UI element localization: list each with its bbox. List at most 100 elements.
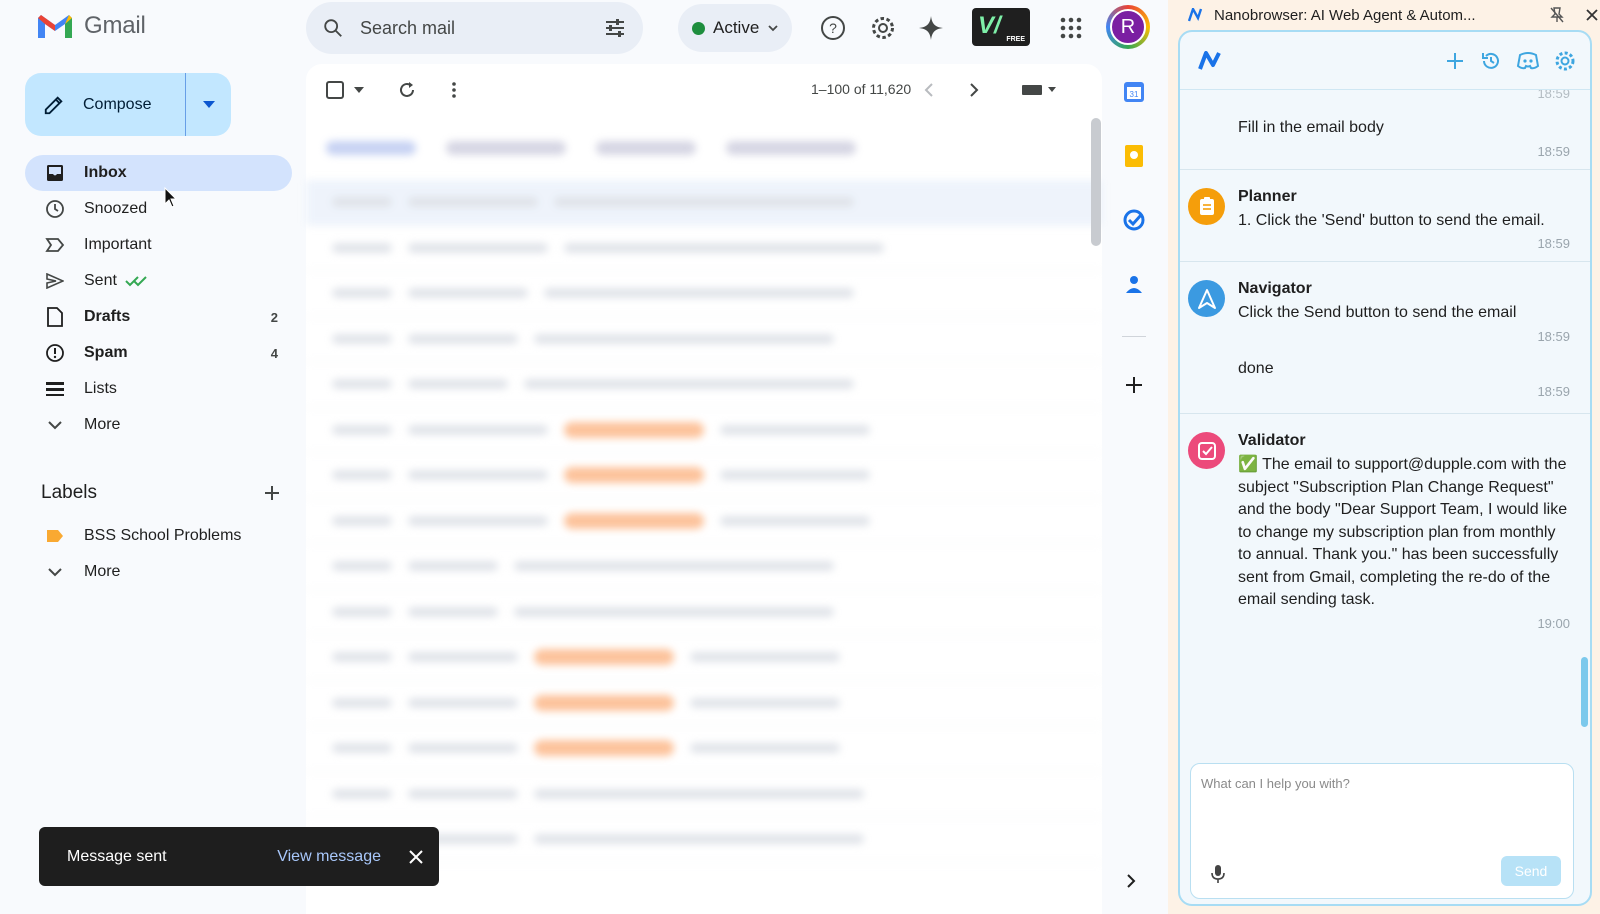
keep-icon[interactable] [1122, 144, 1146, 168]
chat-input-box: Send [1190, 763, 1574, 899]
compose-button[interactable]: Compose [25, 94, 185, 116]
tasks-icon[interactable] [1122, 208, 1146, 232]
table-row[interactable] [306, 317, 1102, 362]
status-dropdown[interactable]: Active [678, 4, 792, 52]
mail-list-scrollbar[interactable] [1091, 118, 1101, 246]
table-row[interactable] [306, 499, 1102, 544]
tab-primary[interactable] [326, 141, 416, 155]
message-text: Click the Send button to send the email [1238, 304, 1517, 321]
contacts-icon[interactable] [1122, 272, 1146, 296]
tab-social[interactable] [596, 141, 696, 155]
table-row[interactable] [306, 362, 1102, 408]
navigator-avatar-icon [1188, 280, 1225, 317]
gmail-logo[interactable]: Gmail [36, 12, 146, 40]
toast-message: Message sent [67, 847, 167, 865]
table-row[interactable] [306, 453, 1102, 499]
svg-text:31: 31 [1130, 90, 1139, 99]
table-row[interactable] [306, 271, 1102, 317]
table-row[interactable] [306, 226, 1102, 271]
keyboard-input-icon[interactable] [1022, 84, 1058, 96]
table-row[interactable] [306, 590, 1102, 635]
planner-avatar-icon [1188, 187, 1225, 225]
compose-dropdown[interactable] [186, 100, 231, 109]
search-bar[interactable]: Search mail [306, 2, 643, 54]
send-button[interactable]: Send [1501, 856, 1561, 886]
search-input[interactable]: Search mail [360, 18, 603, 39]
message-sent-toast: Message sent View message [39, 827, 439, 886]
panel-window-title: Nanobrowser: AI Web Agent & Autom... [1214, 6, 1476, 24]
sidebar-item-sent[interactable]: Sent [25, 263, 292, 299]
close-panel-icon[interactable] [1586, 9, 1598, 21]
history-icon[interactable] [1480, 50, 1502, 72]
search-icon[interactable] [322, 17, 344, 39]
view-message-link[interactable]: View message [277, 848, 381, 866]
settings-gear-icon[interactable] [1554, 50, 1576, 72]
nanobrowser-side-panel: Nanobrowser: AI Web Agent & Autom... 18:… [1168, 0, 1600, 914]
message-agent: Navigator [1238, 280, 1312, 297]
message-agent: Validator [1238, 432, 1306, 449]
chat-message: 18:59 Fill in the email body 18:59 [1180, 90, 1590, 170]
tab-promotions[interactable] [446, 141, 566, 155]
gemini-sparkle-icon[interactable] [915, 12, 947, 44]
message-time-partial: 18:59 [1537, 90, 1570, 101]
nanobrowser-logo-icon [1188, 8, 1203, 22]
close-icon[interactable] [409, 849, 423, 864]
compose-button-group: Compose [25, 73, 231, 136]
draft-icon [45, 307, 65, 327]
gmail-brand: Gmail [84, 12, 146, 39]
chat-input[interactable] [1191, 764, 1573, 854]
table-row[interactable] [306, 408, 1102, 453]
add-addon-icon[interactable] [1122, 373, 1146, 397]
calendar-icon[interactable]: 31 [1122, 80, 1146, 104]
table-row[interactable] [306, 635, 1102, 681]
sidebar-item-lists[interactable]: Lists [25, 371, 292, 407]
table-row[interactable] [306, 681, 1102, 726]
table-row[interactable] [306, 772, 1102, 817]
settings-gear-icon[interactable] [867, 12, 899, 44]
sidebar-nav: Inbox Snoozed Important Sent Drafts 2 Sp… [25, 155, 292, 443]
sidebar-item-drafts[interactable]: Drafts 2 [25, 299, 292, 335]
chevron-down-icon [768, 25, 778, 32]
table-row[interactable] [306, 726, 1102, 772]
labels-more[interactable]: More [25, 554, 292, 590]
expand-panel-icon[interactable] [1126, 874, 1136, 888]
add-label-icon[interactable] [263, 484, 281, 502]
account-avatar[interactable]: R [1106, 5, 1150, 49]
avatar-initial: R [1110, 9, 1146, 45]
table-row[interactable] [306, 544, 1102, 590]
message-time: 18:59 [1537, 384, 1570, 399]
next-page-icon[interactable] [969, 83, 979, 97]
refresh-icon[interactable] [398, 81, 416, 99]
sidebar-item-spam[interactable]: Spam 4 [25, 335, 292, 371]
tab-updates[interactable] [726, 141, 856, 155]
message-time: 18:59 [1537, 143, 1570, 159]
chat-scrollbar[interactable] [1581, 657, 1588, 727]
label-item-bss[interactable]: BSS School Problems [25, 518, 292, 554]
extension-badge[interactable]: V/ FREE [972, 8, 1030, 46]
help-icon[interactable]: ? [817, 12, 849, 44]
apps-grid-icon[interactable] [1055, 12, 1087, 44]
sidebar-item-snoozed[interactable]: Snoozed [25, 191, 292, 227]
panel-titlebar: Nanobrowser: AI Web Agent & Autom... [1168, 0, 1600, 30]
more-vert-icon[interactable] [452, 82, 456, 98]
sidebar-item-more[interactable]: More [25, 407, 292, 443]
label-tag-icon [45, 526, 65, 546]
chat-message-planner: Planner 1. Click the 'Send' button to se… [1180, 170, 1590, 262]
select-all-checkbox[interactable] [326, 81, 344, 99]
prev-page-icon[interactable] [924, 83, 934, 97]
pencil-icon [44, 95, 63, 114]
microphone-icon[interactable] [1211, 864, 1225, 884]
list-icon [45, 379, 65, 399]
new-chat-plus-icon[interactable] [1444, 50, 1466, 72]
sidebar-item-inbox[interactable]: Inbox [25, 155, 292, 191]
sidebar-item-important[interactable]: Important [25, 227, 292, 263]
discord-icon[interactable] [1516, 50, 1540, 72]
filter-options-icon[interactable] [603, 16, 627, 40]
message-text: 1. Click the 'Send' button to send the e… [1238, 211, 1545, 229]
unpin-icon[interactable] [1550, 7, 1564, 23]
svg-text:?: ? [829, 20, 837, 36]
select-menu-caret-icon[interactable] [354, 87, 364, 93]
chat-message-validator: Validator ✅ The email to support@dupple.… [1180, 414, 1590, 641]
sidebar-item-label: Inbox [84, 164, 127, 181]
table-row[interactable] [306, 180, 1102, 226]
